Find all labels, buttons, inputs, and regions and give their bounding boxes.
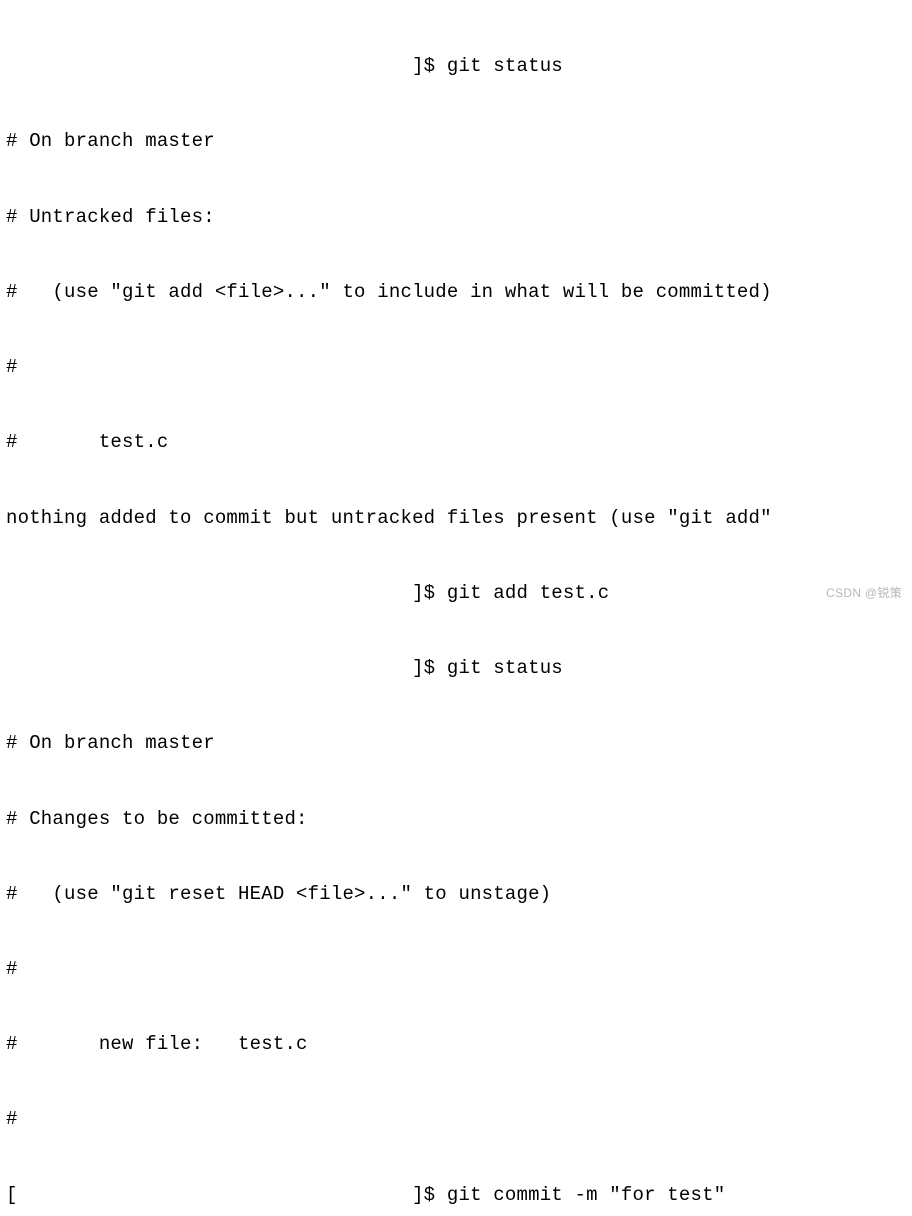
- prompt-prefix: [ ]$: [6, 1184, 447, 1206]
- terminal-output: ]$ git status # On branch master # Untra…: [6, 4, 906, 1216]
- output-line: # Changes to be committed:: [6, 807, 906, 832]
- prompt-line: ]$ git status: [6, 54, 906, 79]
- git-command: git status: [447, 55, 563, 77]
- prompt-line: ]$ git status: [6, 656, 906, 681]
- prompt-prefix: ]$: [6, 657, 447, 679]
- output-line: #: [6, 957, 906, 982]
- output-line: # Untracked files:: [6, 205, 906, 230]
- output-line: # (use "git reset HEAD <file>..." to uns…: [6, 882, 906, 907]
- prompt-line: ]$ git add test.c: [6, 581, 906, 606]
- output-line: #: [6, 355, 906, 380]
- output-line: #: [6, 1107, 906, 1132]
- output-line: # (use "git add <file>..." to include in…: [6, 280, 906, 305]
- prompt-line: [ ]$ git commit -m "for test": [6, 1183, 906, 1208]
- prompt-prefix: ]$: [6, 55, 447, 77]
- prompt-prefix: ]$: [6, 582, 447, 604]
- git-command: git add test.c: [447, 582, 609, 604]
- git-command: git status: [447, 657, 563, 679]
- output-line: # test.c: [6, 430, 906, 455]
- watermark: CSDN @锐策: [826, 586, 902, 602]
- git-command: git commit -m "for test": [447, 1184, 725, 1206]
- output-line: # On branch master: [6, 129, 906, 154]
- output-line: # new file: test.c: [6, 1032, 906, 1057]
- output-line: nothing added to commit but untracked fi…: [6, 506, 906, 531]
- output-line: # On branch master: [6, 731, 906, 756]
